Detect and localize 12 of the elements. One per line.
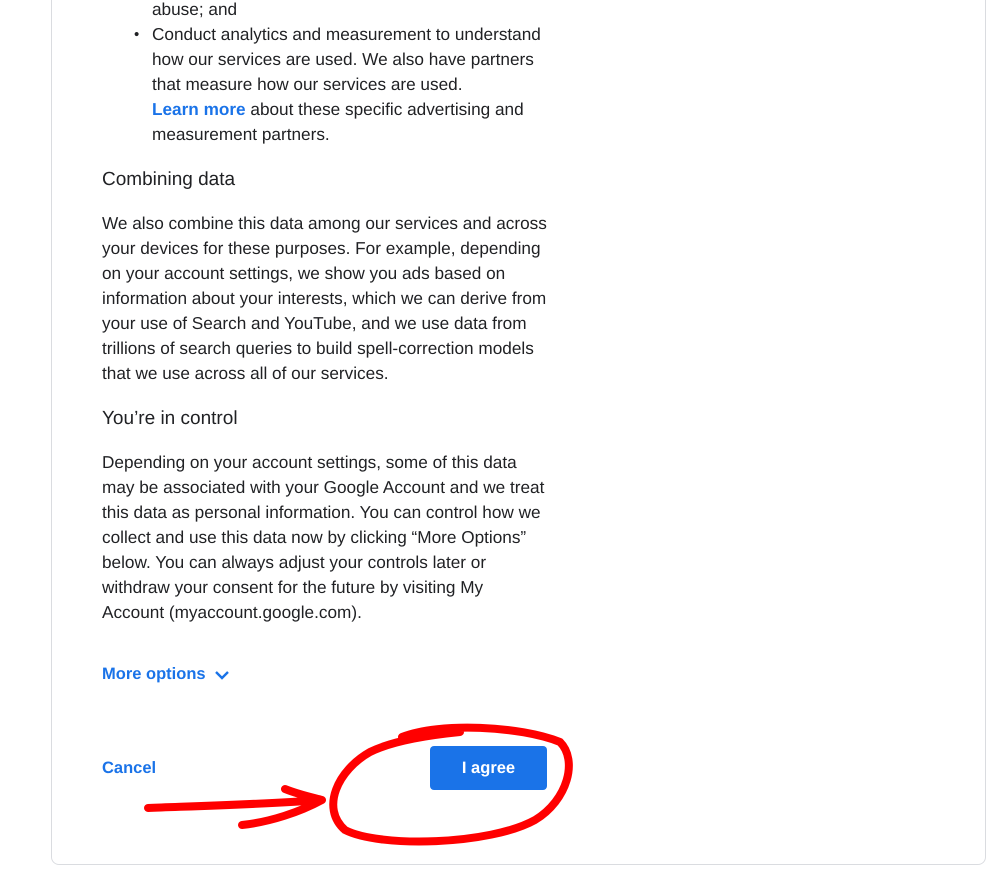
bullet-mark: • [134, 25, 140, 45]
chevron-icon [214, 670, 230, 680]
more-options-button[interactable]: More options [102, 662, 230, 687]
list-item-text: abuse; and [152, 0, 238, 21]
cancel-button[interactable]: Cancel [102, 758, 156, 778]
section-heading: Combining data [102, 168, 236, 192]
section-paragraph: We also combine this data among our services and across your devices for these purposes. For example, depending on your account settings, we show you ads based on information about your interests, which we can derive from your use of Search and YouTube, and we use data from trillions of search queries to build spell-correction models that we use across all of our services. [102, 212, 547, 385]
section-paragraph: Depending on your account settings, some of this data may be associated with your Google Account and we treat this data as personal information. You can control how we collect and use this data now by clicking “More Options” below. You can always adjust your controls later or withdraw your consent for the future by visiting My Account (myaccount.google.com). [102, 451, 546, 624]
agree-button[interactable]: I agree [430, 746, 547, 790]
list-item-text: Conduct analytics and measurement to understand how our services are used. We also have partners that measure how our services are used. Learn more about these specific advertising and measurement partners. [152, 23, 542, 146]
learn-more-link[interactable]: Learn more [152, 99, 246, 119]
section-heading: You’re in control [102, 407, 239, 431]
